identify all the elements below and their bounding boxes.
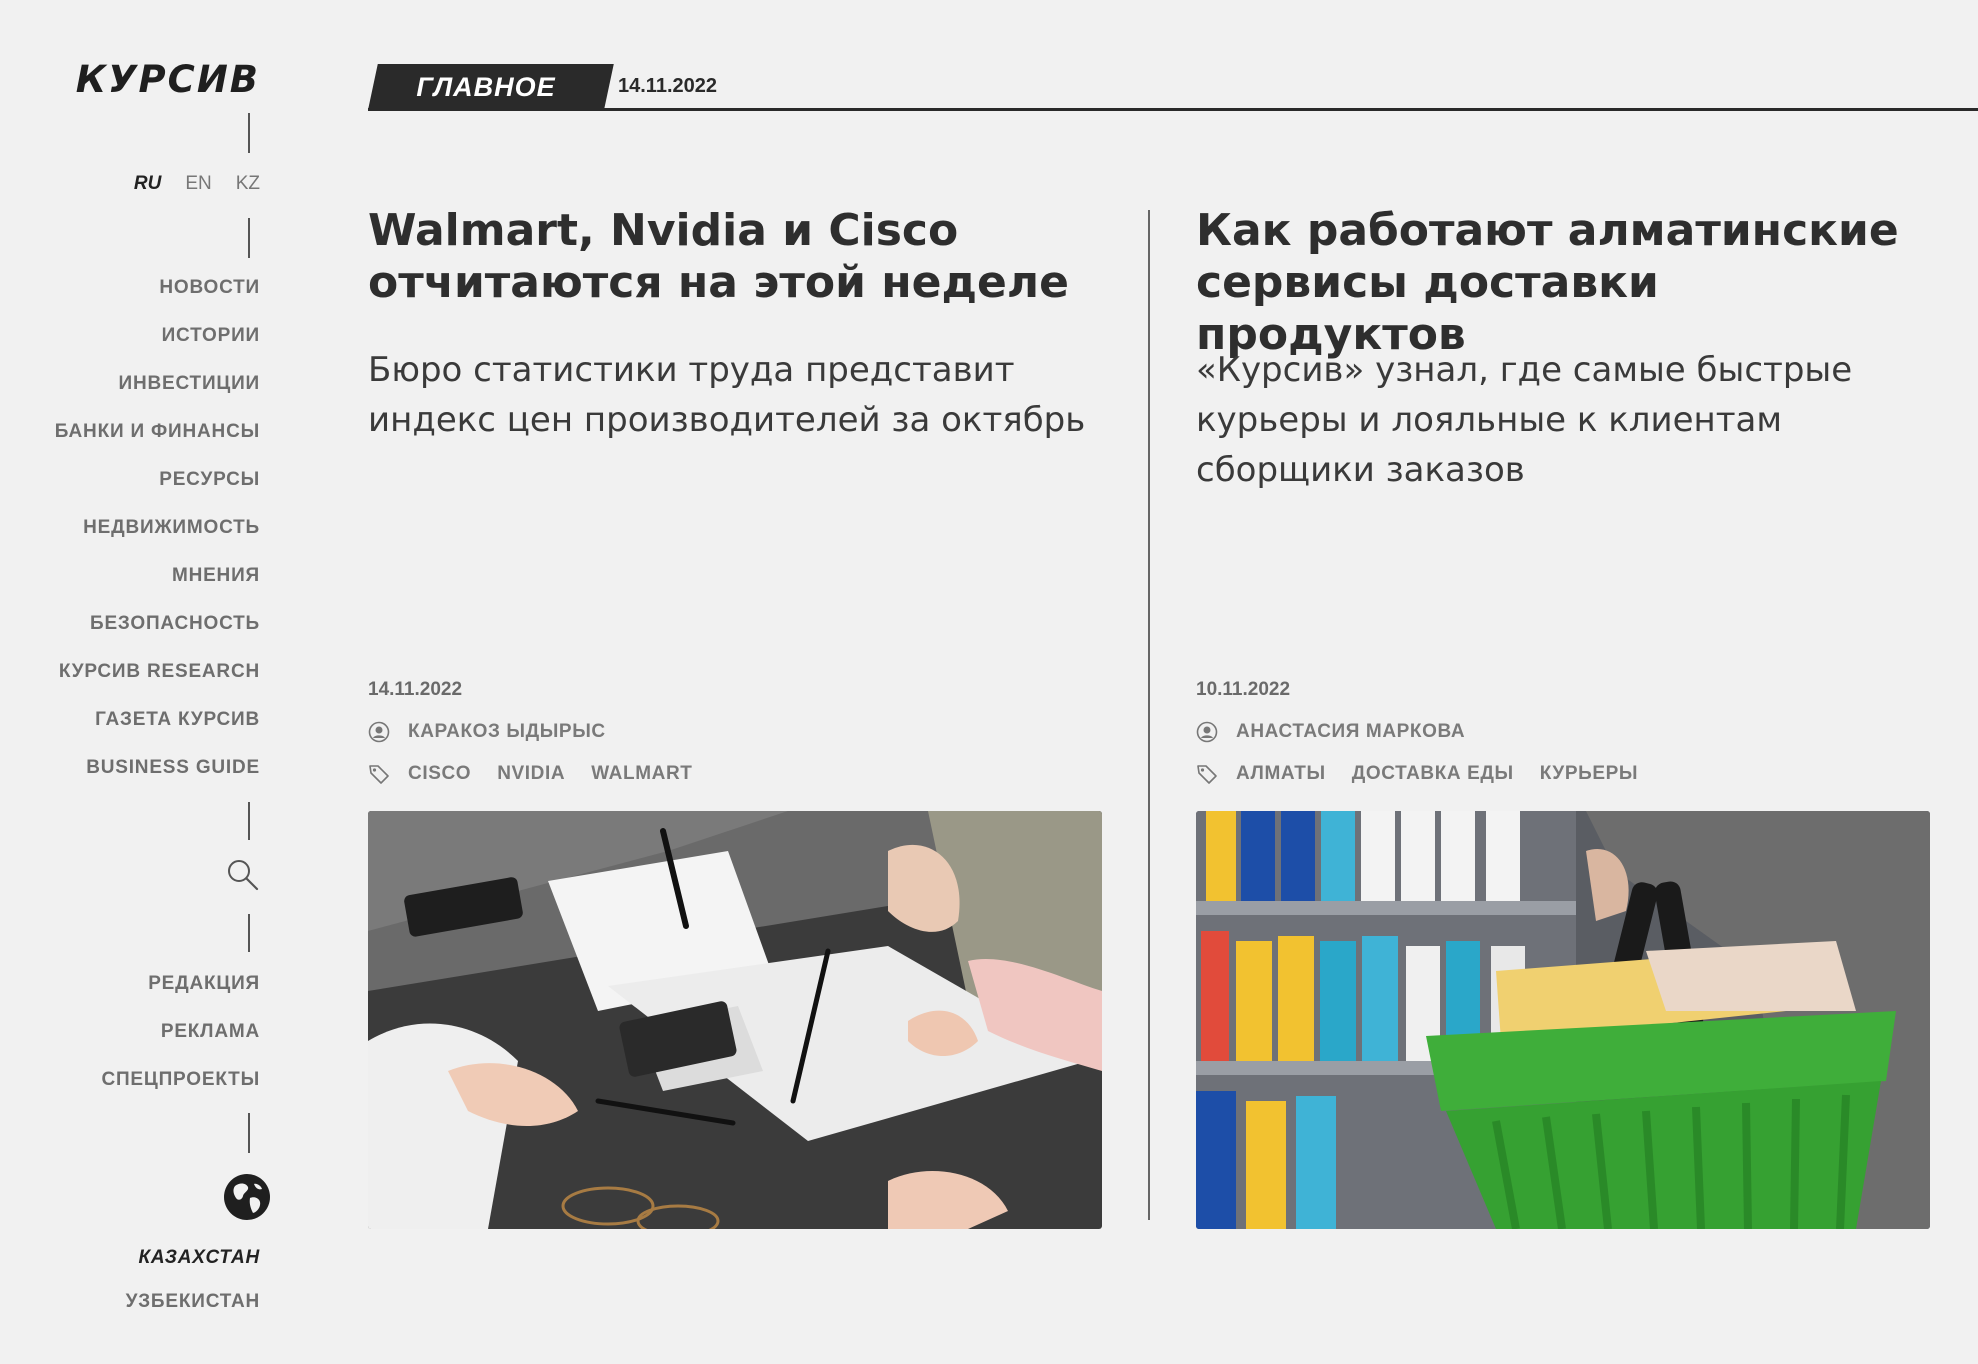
user-icon <box>1196 721 1218 743</box>
nav-item-investments[interactable]: ИНВЕСТИЦИИ <box>55 372 260 420</box>
article-author-row: АНАСТАСИЯ МАРКОВА <box>1196 721 1930 743</box>
header-rule <box>368 108 1978 111</box>
article-card: Как работают алматинские сервисы доставк… <box>1196 205 1930 1229</box>
nav-item-security[interactable]: БЕЗОПАСНОСТЬ <box>55 612 260 660</box>
nav-item-banks[interactable]: БАНКИ И ФИНАНСЫ <box>55 420 260 468</box>
tag-icon <box>1197 765 1217 784</box>
article-card: Walmart, Nvidia и Cisco отчитаются на эт… <box>368 205 1102 1229</box>
business-meeting-image <box>368 811 1102 1229</box>
article-author[interactable]: КАРАКОЗ ЫДЫРЫС <box>408 721 606 743</box>
user-icon <box>368 721 390 743</box>
article-tags: АЛМАТЫ ДОСТАВКА ЕДЫ КУРЬЕРЫ <box>1196 763 1930 785</box>
article-tag[interactable]: ДОСТАВКА ЕДЫ <box>1352 763 1514 785</box>
article-author-row: КАРАКОЗ ЫДЫРЫС <box>368 721 1102 743</box>
language-switcher: RU EN KZ <box>134 173 260 195</box>
nav-item-newspaper[interactable]: ГАЗЕТА КУРСИВ <box>55 708 260 756</box>
nav-item-opinions[interactable]: МНЕНИЯ <box>55 564 260 612</box>
nav-item-business-guide[interactable]: BUSINESS GUIDE <box>55 756 260 804</box>
nav-item-special-projects[interactable]: СПЕЦПРОЕКТЫ <box>101 1068 260 1116</box>
sidebar: КУРСИВ RU EN KZ НОВОСТИ ИСТОРИИ ИНВЕСТИЦ… <box>0 0 270 1364</box>
country-switcher: КАЗАХСТАН УЗБЕКИСТАН <box>126 1246 260 1334</box>
globe-icon[interactable] <box>222 1172 272 1222</box>
nav-item-research[interactable]: КУРСИВ RESEARCH <box>55 660 260 708</box>
lang-en[interactable]: EN <box>185 173 211 195</box>
main-nav: НОВОСТИ ИСТОРИИ ИНВЕСТИЦИИ БАНКИ И ФИНАН… <box>55 276 260 804</box>
article-lead[interactable]: Бюро статистики труда представит индекс … <box>368 345 1102 655</box>
section-title[interactable]: ГЛАВНОЕ <box>368 64 604 110</box>
article-image[interactable] <box>1196 811 1930 1229</box>
article-tag[interactable]: NVIDIA <box>497 763 565 785</box>
column-divider <box>1148 210 1150 1220</box>
nav-item-stories[interactable]: ИСТОРИИ <box>55 324 260 372</box>
nav-item-real-estate[interactable]: НЕДВИЖИМОСТЬ <box>55 516 260 564</box>
site-logo[interactable]: КУРСИВ <box>76 58 260 101</box>
nav-item-resources[interactable]: РЕСУРСЫ <box>55 468 260 516</box>
article-title[interactable]: Как работают алматинские сервисы доставк… <box>1196 205 1930 360</box>
tag-icon <box>369 765 389 784</box>
article-tag[interactable]: КУРЬЕРЫ <box>1540 763 1638 785</box>
nav-item-news[interactable]: НОВОСТИ <box>55 276 260 324</box>
divider <box>248 113 250 153</box>
article-date: 10.11.2022 <box>1196 679 1291 700</box>
grocery-basket-image <box>1196 811 1930 1229</box>
lang-ru[interactable]: RU <box>134 173 161 195</box>
divider <box>248 218 250 258</box>
country-uzbekistan[interactable]: УЗБЕКИСТАН <box>126 1290 260 1334</box>
nav-item-advertising[interactable]: РЕКЛАМА <box>101 1020 260 1068</box>
article-lead[interactable]: «Курсив» узнал, где самые быстрые курьер… <box>1196 345 1930 655</box>
article-tags: CISCO NVIDIA WALMART <box>368 763 1102 785</box>
header-date: 14.11.2022 <box>618 75 717 97</box>
section-header: ГЛАВНОЕ 14.11.2022 <box>368 64 1978 111</box>
nav-item-editorial[interactable]: РЕДАКЦИЯ <box>101 972 260 1020</box>
article-title[interactable]: Walmart, Nvidia и Cisco отчитаются на эт… <box>368 205 1102 345</box>
article-date: 14.11.2022 <box>368 679 463 700</box>
article-tag[interactable]: АЛМАТЫ <box>1236 763 1326 785</box>
divider <box>248 802 250 840</box>
lang-kz[interactable]: KZ <box>236 173 260 195</box>
search-icon[interactable] <box>226 858 260 892</box>
divider <box>248 1113 250 1153</box>
country-kazakhstan[interactable]: КАЗАХСТАН <box>126 1246 260 1290</box>
secondary-nav: РЕДАКЦИЯ РЕКЛАМА СПЕЦПРОЕКТЫ <box>101 972 260 1116</box>
article-author[interactable]: АНАСТАСИЯ МАРКОВА <box>1236 721 1465 743</box>
article-tag[interactable]: CISCO <box>408 763 471 785</box>
article-image[interactable] <box>368 811 1102 1229</box>
article-tag[interactable]: WALMART <box>591 763 692 785</box>
divider <box>248 914 250 952</box>
